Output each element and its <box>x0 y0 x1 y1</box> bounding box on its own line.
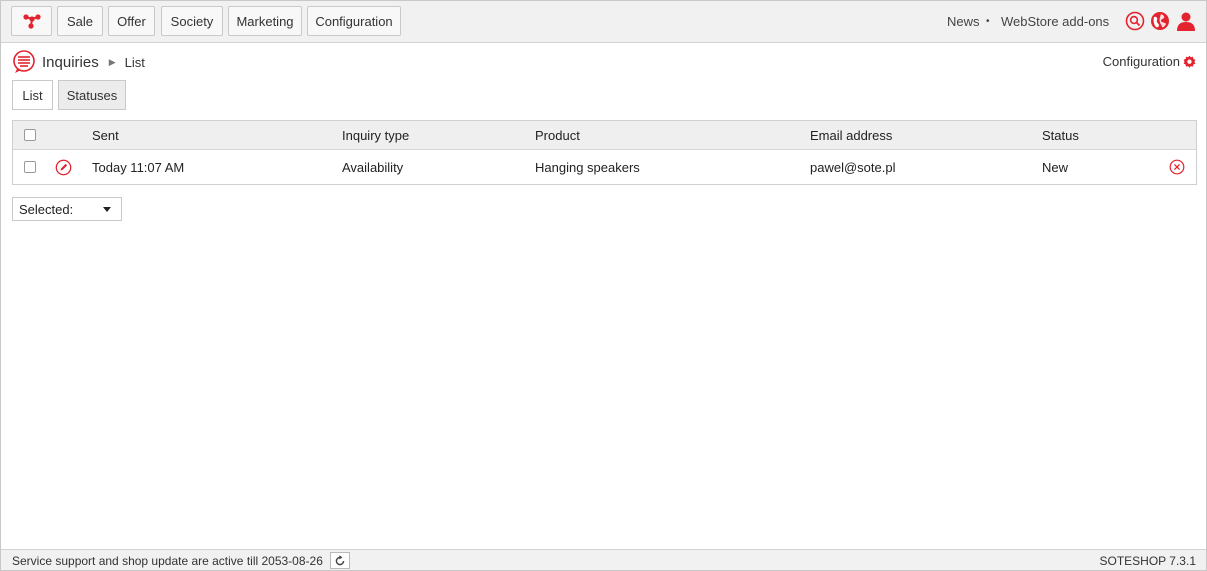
configuration-link-label: Configuration <box>1102 54 1180 69</box>
news-link[interactable]: News <box>947 14 980 29</box>
nav-marketing[interactable]: Marketing <box>228 6 302 36</box>
table-row: Today 11:07 AM Availability Hanging spea… <box>13 150 1196 184</box>
select-all-cell <box>24 121 36 149</box>
row-inquiry-type: Availability <box>342 159 404 175</box>
select-all-checkbox[interactable] <box>24 129 36 141</box>
caret-down-icon <box>103 207 111 212</box>
edit-pencil-icon[interactable] <box>55 159 72 176</box>
breadcrumb-separator: ▶ <box>108 56 116 67</box>
refresh-icon <box>335 554 345 565</box>
delete-icon[interactable] <box>1169 159 1185 175</box>
inquiries-table: Sent Inquiry type Product Email address … <box>12 120 1197 185</box>
footer-bar: Service support and shop update are acti… <box>1 549 1206 570</box>
home-logo-button[interactable] <box>11 6 52 36</box>
user-icon[interactable] <box>1176 11 1196 31</box>
row-email: pawel@sote.pl <box>810 159 896 175</box>
header-product[interactable]: Product <box>535 121 580 149</box>
breadcrumb-page: List <box>124 54 145 70</box>
row-select-cell <box>24 150 36 184</box>
soteshop-logo-icon <box>22 14 41 29</box>
row-product[interactable]: Hanging speakers <box>535 150 640 184</box>
nav-society[interactable]: Society <box>161 6 223 36</box>
links-separator: • <box>986 16 990 27</box>
header-sent[interactable]: Sent <box>92 121 119 149</box>
configuration-link[interactable]: Configuration <box>1103 54 1196 69</box>
tab-list[interactable]: List <box>12 80 53 110</box>
gear-icon <box>1183 55 1196 68</box>
app-version: SOTESHOP 7.3.1 <box>1099 554 1197 568</box>
speech-bubble-icon <box>13 50 35 73</box>
bulk-action-select[interactable]: Selected: <box>12 197 122 221</box>
bulk-action-label: Selected: <box>19 201 74 217</box>
nav-sale[interactable]: Sale <box>57 6 103 36</box>
row-delete-cell <box>1169 150 1185 184</box>
row-status: New <box>1042 159 1069 175</box>
row-edit-cell <box>55 150 72 184</box>
table-header: Sent Inquiry type Product Email address … <box>13 121 1196 150</box>
breadcrumb-section[interactable]: Inquiries <box>42 54 99 71</box>
header-email[interactable]: Email address <box>810 121 892 149</box>
row-checkbox[interactable] <box>24 161 36 173</box>
search-icon[interactable] <box>1125 11 1145 31</box>
globe-icon[interactable] <box>1150 11 1170 31</box>
support-status-text: Service support and shop update are acti… <box>12 554 323 568</box>
refresh-button[interactable] <box>330 552 350 569</box>
nav-offer[interactable]: Offer <box>108 6 155 36</box>
row-sent: Today 11:07 AM <box>92 159 185 175</box>
header-status[interactable]: Status <box>1042 121 1079 149</box>
top-bar: Sale Offer Society Marketing Configurati… <box>1 1 1206 43</box>
webstore-addons-link[interactable]: WebStore add-ons <box>1001 14 1109 29</box>
breadcrumb: Inquiries ▶ List <box>12 50 145 74</box>
nav-configuration[interactable]: Configuration <box>307 6 401 36</box>
tab-statuses[interactable]: Statuses <box>58 80 126 110</box>
header-inquiry-type[interactable]: Inquiry type <box>342 121 409 149</box>
